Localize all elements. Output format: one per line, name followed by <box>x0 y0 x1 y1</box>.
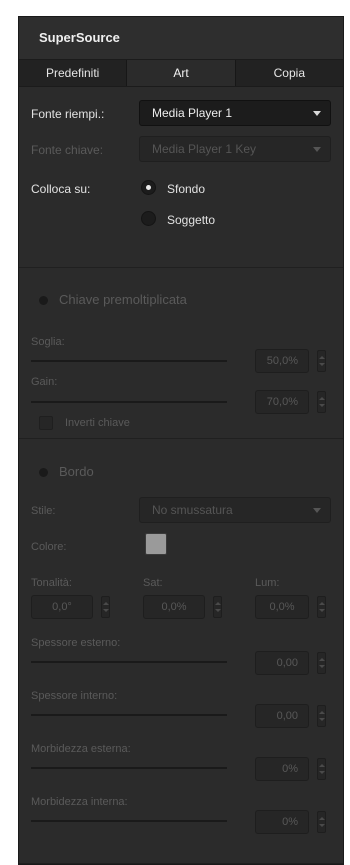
clip-label: Soglia: <box>31 336 65 348</box>
outer-softness-stepper[interactable] <box>317 758 326 780</box>
outer-softness-field[interactable]: 0% <box>255 757 309 781</box>
inner-softness-slider[interactable] <box>31 820 227 822</box>
invert-key-checkbox[interactable] <box>39 416 53 430</box>
inner-width-slider[interactable] <box>31 714 227 716</box>
clip-stepper[interactable] <box>317 350 326 372</box>
key-source-value: Media Player 1 Key <box>152 142 257 156</box>
sat-field[interactable]: 0,0% <box>143 595 205 619</box>
fill-source-select[interactable]: Media Player 1 <box>139 100 331 126</box>
hue-field[interactable]: 0,0° <box>31 595 93 619</box>
key-source-select[interactable]: Media Player 1 Key <box>139 136 331 162</box>
place-on-label: Colloca su: <box>31 182 91 196</box>
premult-title: Chiave premoltiplicata <box>59 292 187 307</box>
gain-field[interactable]: 70,0% <box>255 390 309 414</box>
background-radio[interactable] <box>141 180 156 195</box>
outer-softness-label: Morbidezza esterna: <box>31 743 131 755</box>
hue-label: Tonalità: <box>31 577 72 589</box>
tab-presets[interactable]: Predefiniti <box>19 60 128 86</box>
foreground-label: Soggetto <box>167 213 216 227</box>
border-title: Bordo <box>59 464 94 479</box>
panel-title: SuperSource <box>19 17 343 59</box>
lum-label: Lum: <box>255 577 280 589</box>
source-section: Fonte riempi.: Media Player 1 Fonte chia… <box>19 87 343 268</box>
outer-width-slider[interactable] <box>31 661 227 663</box>
lum-stepper[interactable] <box>317 596 326 618</box>
sat-label: Sat: <box>143 577 163 589</box>
foreground-radio[interactable] <box>141 211 156 226</box>
chevron-down-icon <box>313 508 321 513</box>
sat-stepper[interactable] <box>213 596 222 618</box>
clip-field[interactable]: 50,0% <box>255 349 309 373</box>
invert-key-label: Inverti chiave <box>65 417 130 429</box>
key-source-label: Fonte chiave: <box>31 143 104 157</box>
supersource-panel: SuperSource Predefiniti Art Copia Fonte … <box>18 16 344 865</box>
hue-stepper[interactable] <box>101 596 110 618</box>
style-label: Stile: <box>31 505 56 517</box>
background-label: Sfondo <box>167 182 206 196</box>
color-swatch[interactable] <box>145 533 167 555</box>
inner-softness-field[interactable]: 0% <box>255 810 309 834</box>
fill-source-label: Fonte riempi.: <box>31 107 105 121</box>
tab-art[interactable]: Art <box>127 60 236 86</box>
tab-bar: Predefiniti Art Copia <box>19 59 343 87</box>
tab-copy[interactable]: Copia <box>236 60 343 86</box>
outer-width-stepper[interactable] <box>317 652 326 674</box>
gain-label: Gain: <box>31 376 58 388</box>
outer-width-field[interactable]: 0,00 <box>255 651 309 675</box>
premult-enable-toggle[interactable] <box>39 296 48 305</box>
inner-width-label: Spessore interno: <box>31 690 118 702</box>
outer-width-label: Spessore esterno: <box>31 637 121 649</box>
premultiplied-key-section: Chiave premoltiplicata Soglia: 50,0% Gai… <box>19 268 343 439</box>
bevel-style-value: No smussatura <box>152 503 233 517</box>
clip-slider[interactable] <box>31 360 227 362</box>
lum-field[interactable]: 0,0% <box>255 595 309 619</box>
chevron-down-icon <box>313 111 321 116</box>
inner-softness-stepper[interactable] <box>317 811 326 833</box>
inner-softness-label: Morbidezza interna: <box>31 796 128 808</box>
chevron-down-icon <box>313 147 321 152</box>
gain-stepper[interactable] <box>317 391 326 413</box>
outer-softness-slider[interactable] <box>31 767 227 769</box>
color-label: Colore: <box>31 541 67 553</box>
gain-slider[interactable] <box>31 401 227 403</box>
inner-width-field[interactable]: 0,00 <box>255 704 309 728</box>
inner-width-stepper[interactable] <box>317 705 326 727</box>
fill-source-value: Media Player 1 <box>152 106 233 120</box>
border-enable-toggle[interactable] <box>39 468 48 477</box>
border-section: Bordo Stile: No smussatura Colore: Tonal… <box>19 439 343 864</box>
bevel-style-select[interactable]: No smussatura <box>139 497 331 523</box>
